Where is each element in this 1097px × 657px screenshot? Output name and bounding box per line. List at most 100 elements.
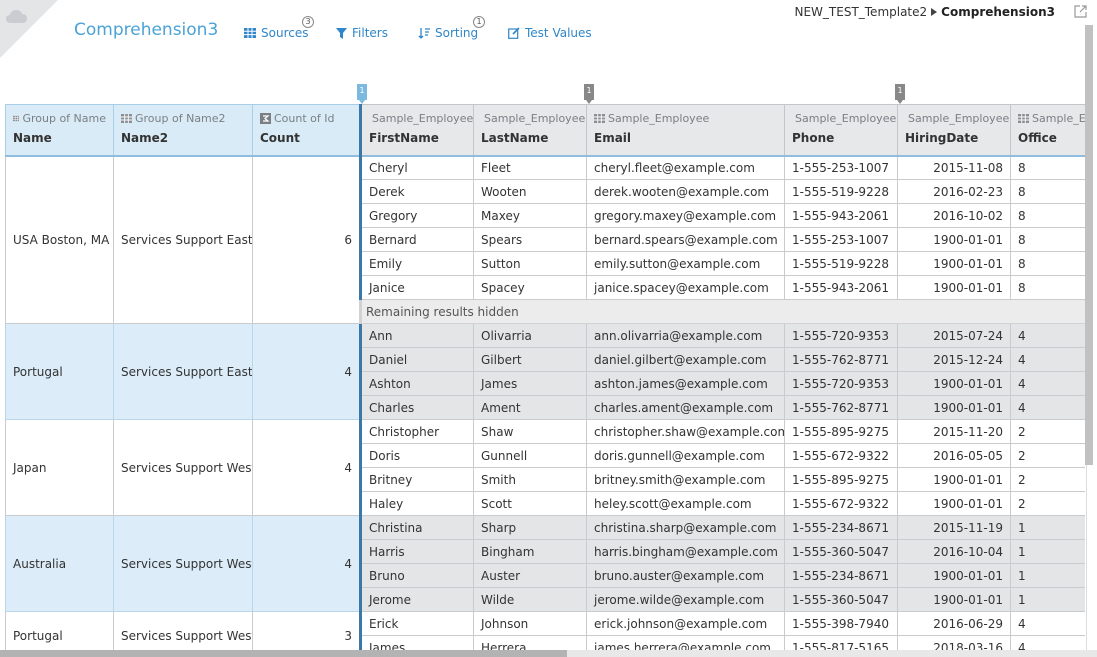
last-name-cell[interactable]: Johnson [473, 611, 587, 636]
email-cell[interactable]: bernard.spears@example.com [586, 227, 785, 252]
phone-cell[interactable]: 1-555-234-8671 [784, 563, 898, 588]
group-name2-cell[interactable]: Services Support East [113, 155, 253, 324]
office-cell[interactable]: 1 [1010, 563, 1085, 588]
email-cell[interactable]: heley.scott@example.com [586, 491, 785, 516]
office-cell[interactable]: 8 [1010, 155, 1085, 180]
last-name-cell[interactable]: Olivarria [473, 323, 587, 348]
email-cell[interactable]: emily.sutton@example.com [586, 251, 785, 276]
phone-cell[interactable]: 1-555-360-5047 [784, 587, 898, 612]
phone-cell[interactable]: 1-555-762-8771 [784, 395, 898, 420]
column-header-lastname[interactable]: Sample_Employee LastName [473, 104, 587, 156]
email-cell[interactable]: james.herrera@example.com [586, 635, 785, 650]
hiring-date-cell[interactable]: 2015-11-19 [897, 515, 1011, 540]
hiring-date-cell[interactable]: 1900-01-01 [897, 467, 1011, 492]
first-name-cell[interactable]: Jerome [359, 587, 474, 612]
breadcrumb-parent[interactable]: NEW_TEST_Template2 [794, 5, 927, 19]
office-cell[interactable]: 8 [1010, 251, 1085, 276]
phone-cell[interactable]: 1-555-253-1007 [784, 155, 898, 180]
first-name-cell[interactable]: Doris [359, 443, 474, 468]
filters-button[interactable]: Filters [336, 25, 388, 41]
email-cell[interactable]: erick.johnson@example.com [586, 611, 785, 636]
office-cell[interactable]: 1 [1010, 587, 1085, 612]
office-cell[interactable]: 1 [1010, 515, 1085, 540]
column-header-phone[interactable]: Sample_Employee Phone [784, 104, 898, 156]
last-name-cell[interactable]: Smith [473, 467, 587, 492]
group-name-cell[interactable]: Portugal [5, 323, 114, 420]
last-name-cell[interactable]: Fleet [473, 155, 587, 180]
last-name-cell[interactable]: Sharp [473, 515, 587, 540]
first-name-cell[interactable]: Ashton [359, 371, 474, 396]
email-cell[interactable]: bruno.auster@example.com [586, 563, 785, 588]
phone-cell[interactable]: 1-555-234-8671 [784, 515, 898, 540]
phone-cell[interactable]: 1-555-762-8771 [784, 347, 898, 372]
first-name-cell[interactable]: Daniel [359, 347, 474, 372]
table-row[interactable]: Portugal Services Support West 3 Erick Johns… [5, 611, 1085, 650]
last-name-cell[interactable]: Herrera [473, 635, 587, 650]
email-cell[interactable]: daniel.gilbert@example.com [586, 347, 785, 372]
group-name2-cell[interactable]: Services Support West [113, 419, 253, 516]
phone-cell[interactable]: 1-555-360-5047 [784, 539, 898, 564]
column-header-email[interactable]: Sample_Employee Email [586, 104, 785, 156]
sorting-button[interactable]: Sorting 1 [418, 16, 485, 41]
hiring-date-cell[interactable]: 2016-06-29 [897, 611, 1011, 636]
last-name-cell[interactable]: Spacey [473, 275, 587, 300]
first-name-cell[interactable]: Bernard [359, 227, 474, 252]
horizontal-scrollbar[interactable] [0, 650, 567, 657]
last-name-cell[interactable]: Scott [473, 491, 587, 516]
first-name-cell[interactable]: Britney [359, 467, 474, 492]
hiring-date-cell[interactable]: 2015-11-20 [897, 419, 1011, 444]
hiring-date-cell[interactable]: 1900-01-01 [897, 275, 1011, 300]
group-name-cell[interactable]: Australia [5, 515, 114, 612]
group-name2-cell[interactable]: Services Support East [113, 323, 253, 420]
hiring-date-cell[interactable]: 2016-10-04 [897, 539, 1011, 564]
office-cell[interactable]: 8 [1010, 227, 1085, 252]
first-name-cell[interactable]: Charles [359, 395, 474, 420]
group-name2-cell[interactable]: Services Support West [113, 515, 253, 612]
hiring-date-cell[interactable]: 2018-03-16 [897, 635, 1011, 650]
first-name-cell[interactable]: Christopher [359, 419, 474, 444]
vertical-scrollbar[interactable] [1085, 25, 1093, 465]
first-name-cell[interactable]: Derek [359, 179, 474, 204]
first-name-cell[interactable]: Bruno [359, 563, 474, 588]
first-name-cell[interactable]: Janice [359, 275, 474, 300]
email-cell[interactable]: cheryl.fleet@example.com [586, 155, 785, 180]
column-handle[interactable]: 1 [584, 84, 594, 104]
office-cell[interactable]: 8 [1010, 179, 1085, 204]
group-count-cell[interactable]: 4 [252, 515, 361, 612]
first-name-cell[interactable]: Haley [359, 491, 474, 516]
table-row[interactable]: Australia Services Support West 4 Christina… [5, 515, 1085, 612]
office-cell[interactable]: 4 [1010, 395, 1085, 420]
column-header-name2[interactable]: Group of Name2 Name2 [113, 104, 253, 156]
email-cell[interactable]: charles.ament@example.com [586, 395, 785, 420]
last-name-cell[interactable]: Spears [473, 227, 587, 252]
email-cell[interactable]: doris.gunnell@example.com [586, 443, 785, 468]
freeze-handle[interactable]: 1 [357, 84, 367, 104]
group-count-cell[interactable]: 4 [252, 323, 361, 420]
office-cell[interactable]: 4 [1010, 323, 1085, 348]
phone-cell[interactable]: 1-555-817-5165 [784, 635, 898, 650]
phone-cell[interactable]: 1-555-519-9228 [784, 179, 898, 204]
hiring-date-cell[interactable]: 1900-01-01 [897, 395, 1011, 420]
hiring-date-cell[interactable]: 1900-01-01 [897, 563, 1011, 588]
email-cell[interactable]: britney.smith@example.com [586, 467, 785, 492]
group-name2-cell[interactable]: Services Support West [113, 611, 253, 650]
phone-cell[interactable]: 1-555-398-7940 [784, 611, 898, 636]
email-cell[interactable]: ashton.james@example.com [586, 371, 785, 396]
first-name-cell[interactable]: James [359, 635, 474, 650]
office-cell[interactable]: 4 [1010, 611, 1085, 636]
office-cell[interactable]: 8 [1010, 203, 1085, 228]
last-name-cell[interactable]: James [473, 371, 587, 396]
phone-cell[interactable]: 1-555-672-9322 [784, 491, 898, 516]
first-name-cell[interactable]: Emily [359, 251, 474, 276]
last-name-cell[interactable]: Gunnell [473, 443, 587, 468]
email-cell[interactable]: christopher.shaw@example.com [586, 419, 785, 444]
office-cell[interactable]: 4 [1010, 635, 1085, 650]
phone-cell[interactable]: 1-555-895-9275 [784, 467, 898, 492]
horizontal-scrollbar-track[interactable] [0, 650, 1097, 657]
column-header-name[interactable]: Group of Name Name [5, 104, 114, 156]
first-name-cell[interactable]: Erick [359, 611, 474, 636]
email-cell[interactable]: ann.olivarria@example.com [586, 323, 785, 348]
phone-cell[interactable]: 1-555-895-9275 [784, 419, 898, 444]
group-name-cell[interactable]: USA Boston, MA [5, 155, 114, 324]
hiring-date-cell[interactable]: 2015-11-08 [897, 155, 1011, 180]
